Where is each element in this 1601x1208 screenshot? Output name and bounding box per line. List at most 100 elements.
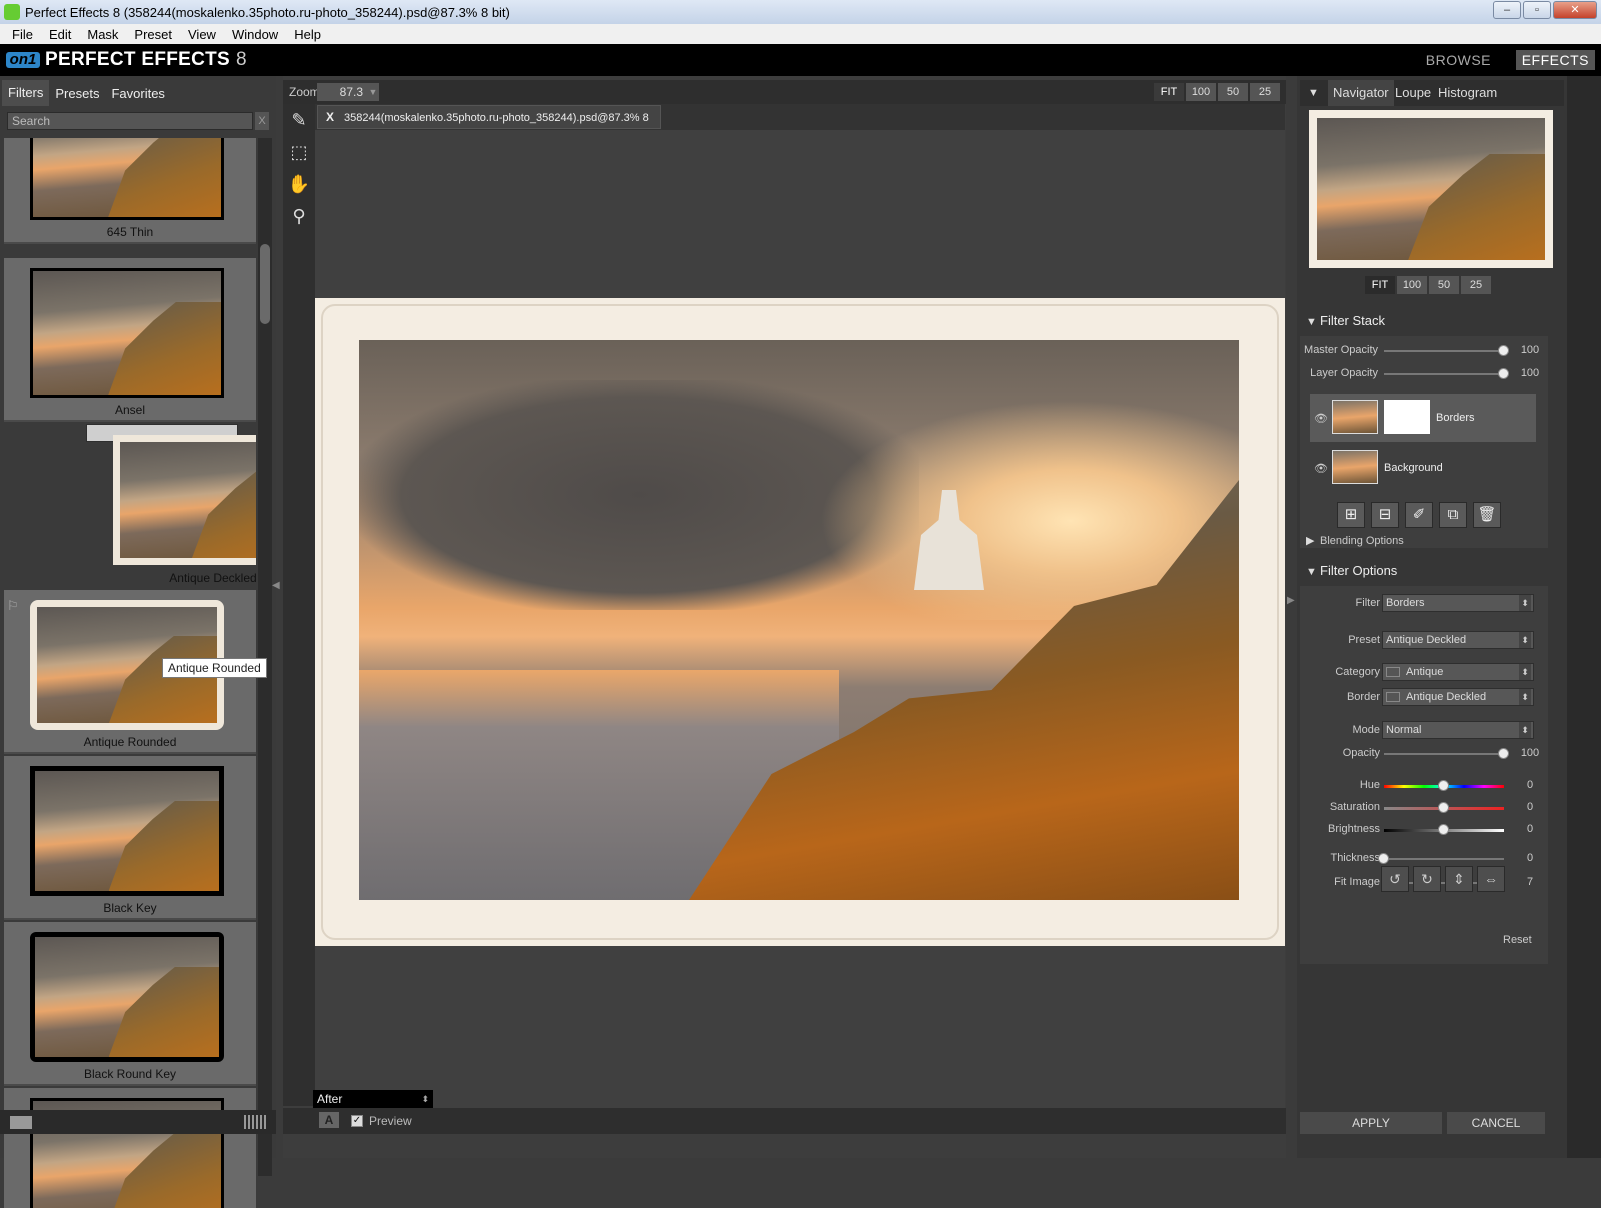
minimize-button[interactable]: –	[1493, 1, 1521, 19]
rotate-left-icon[interactable]: ↺	[1381, 866, 1409, 892]
close-window-button[interactable]: ✕	[1553, 1, 1597, 19]
thumb-scrollbar[interactable]	[258, 138, 272, 1176]
preset-thumb-antique-deckled[interactable]: Antique Deckled	[86, 424, 256, 585]
crop-tool-icon[interactable]: ⬚	[287, 140, 311, 164]
thumb-frame	[30, 268, 224, 398]
slider-knob[interactable]	[1438, 802, 1449, 813]
scrollbar-thumb[interactable]	[260, 244, 270, 324]
nav-25-button[interactable]: 25	[1461, 276, 1491, 294]
slider-knob[interactable]	[1498, 345, 1509, 356]
apply-button[interactable]: APPLY	[1300, 1112, 1442, 1134]
filter-stack-header[interactable]: ▼ Filter Stack	[1300, 308, 1564, 334]
preset-thumb-black-round-key[interactable]: Black Round Key	[4, 922, 256, 1086]
layer-background[interactable]: 👁 Background	[1310, 444, 1536, 492]
saturation-slider[interactable]	[1384, 802, 1504, 813]
filter-options-header[interactable]: ▼ Filter Options	[1300, 558, 1564, 584]
visibility-eye-icon[interactable]: 👁	[1314, 412, 1328, 425]
clear-search-button[interactable]: X	[255, 112, 269, 130]
blending-options-header[interactable]: ▶ Blending Options	[1300, 528, 1564, 554]
slider-knob[interactable]	[1498, 748, 1509, 759]
opacity-slider[interactable]	[1384, 748, 1509, 759]
layer-mask-thumbnail[interactable]	[1384, 400, 1430, 434]
zoom-tool-icon[interactable]: ⚲	[287, 204, 311, 228]
expand-icon: ▶	[1306, 535, 1315, 547]
brush-tool-icon[interactable]: ✎	[287, 108, 311, 132]
slider-knob[interactable]	[1438, 824, 1449, 835]
preset-name: Black Key	[103, 901, 157, 915]
category-select[interactable]: Antique ⬍	[1382, 663, 1534, 681]
tab-presets[interactable]: Presets	[49, 86, 105, 101]
slider-knob[interactable]	[1438, 780, 1449, 791]
paint-mask-icon[interactable]: ✐	[1405, 502, 1433, 528]
menu-window[interactable]: Window	[224, 27, 286, 42]
preset-thumb-black-key[interactable]: Black Key	[4, 756, 256, 920]
border-select[interactable]: Antique Deckled ⬍	[1382, 688, 1534, 706]
close-document-icon[interactable]: X	[326, 110, 334, 124]
collapse-navigator-icon[interactable]: ▼	[1308, 87, 1319, 99]
brightness-slider[interactable]	[1384, 824, 1504, 835]
tab-favorites[interactable]: Favorites	[105, 86, 170, 101]
delete-layer-icon[interactable]: 🗑	[1473, 502, 1501, 528]
navigator-preview[interactable]	[1309, 110, 1553, 268]
zoom-25-button[interactable]: 25	[1250, 83, 1280, 101]
zoom-fit-button[interactable]: FIT	[1154, 83, 1184, 101]
select-arrows-icon: ⬍	[1519, 722, 1531, 738]
thickness-slider[interactable]	[1378, 853, 1504, 864]
nav-fit-button[interactable]: FIT	[1365, 276, 1395, 294]
preset-thumb-645-thin[interactable]: 645 Thin	[4, 138, 256, 244]
nav-50-button[interactable]: 50	[1429, 276, 1459, 294]
tab-filters[interactable]: Filters	[2, 80, 50, 106]
layer-borders[interactable]: 👁 Borders	[1310, 394, 1536, 442]
rotate-right-icon[interactable]: ↻	[1413, 866, 1441, 892]
menu-view[interactable]: View	[180, 27, 224, 42]
document-tab[interactable]: X 358244(moskalenko.35photo.ru-photo_3582…	[317, 105, 661, 146]
hue-slider[interactable]	[1384, 780, 1504, 791]
cancel-button[interactable]: CANCEL	[1447, 1112, 1545, 1134]
mode-select[interactable]: Normal ⬍	[1382, 721, 1534, 739]
nav-100-button[interactable]: 100	[1397, 276, 1427, 294]
reset-button[interactable]: Reset	[1503, 934, 1532, 946]
preset-thumb-next[interactable]	[4, 1088, 256, 1208]
menu-help[interactable]: Help	[286, 27, 329, 42]
tab-histogram[interactable]: Histogram	[1433, 80, 1502, 106]
single-view-icon[interactable]	[10, 1116, 32, 1129]
add-layer-icon[interactable]: ⊞	[1337, 502, 1365, 528]
slider-knob[interactable]	[1498, 368, 1509, 379]
collapse-left-icon[interactable]: ◀	[272, 580, 280, 620]
preset-select[interactable]: Antique Deckled ⬍	[1382, 631, 1534, 649]
preset-thumb-ansel[interactable]: Ansel	[4, 258, 256, 422]
hand-tool-icon[interactable]: ✋	[287, 172, 311, 196]
menu-preset[interactable]: Preset	[126, 27, 180, 42]
compare-a-button[interactable]: A	[319, 1112, 339, 1128]
duplicate-layer-icon[interactable]: ⧉	[1439, 502, 1467, 528]
search-input[interactable]: Search	[7, 112, 253, 130]
zoom-50-button[interactable]: 50	[1218, 83, 1248, 101]
effects-mode-button[interactable]: EFFECTS	[1515, 50, 1595, 70]
flag-icon[interactable]: ⚐	[7, 598, 19, 614]
zoom-100-button[interactable]: 100	[1186, 83, 1216, 101]
restore-button[interactable]: ▫	[1523, 1, 1551, 19]
collapse-right-icon[interactable]: ▶	[1287, 595, 1297, 615]
layer-opacity-slider[interactable]	[1384, 368, 1509, 379]
zoom-dropdown-icon[interactable]: ▼	[367, 83, 379, 101]
flip-vertical-icon[interactable]: ⇕	[1445, 866, 1473, 892]
zoom-input[interactable]: 87.3	[317, 83, 367, 101]
tab-loupe[interactable]: Loupe	[1390, 80, 1436, 106]
thumb-image	[35, 937, 219, 1057]
master-opacity-slider[interactable]	[1384, 345, 1509, 356]
preview-checkbox[interactable]: ✓	[351, 1115, 363, 1127]
remove-layer-icon[interactable]: ⊟	[1371, 502, 1399, 528]
menu-file[interactable]: File	[4, 27, 41, 42]
image-canvas[interactable]	[315, 130, 1285, 1108]
browse-mode-button[interactable]: BROWSE	[1426, 52, 1491, 68]
right-scrollbar[interactable]	[1567, 76, 1601, 1158]
visibility-eye-icon[interactable]: 👁	[1314, 462, 1328, 475]
tab-navigator[interactable]: Navigator	[1328, 80, 1394, 106]
menu-mask[interactable]: Mask	[79, 27, 126, 42]
view-mode-select[interactable]: After ⬍	[313, 1090, 433, 1108]
flip-horizontal-icon[interactable]: ⇔	[1477, 866, 1505, 892]
grid-view-icon[interactable]	[244, 1115, 266, 1129]
slider-knob[interactable]	[1378, 853, 1389, 864]
menu-edit[interactable]: Edit	[41, 27, 79, 42]
filter-select[interactable]: Borders ⬍	[1382, 594, 1534, 612]
